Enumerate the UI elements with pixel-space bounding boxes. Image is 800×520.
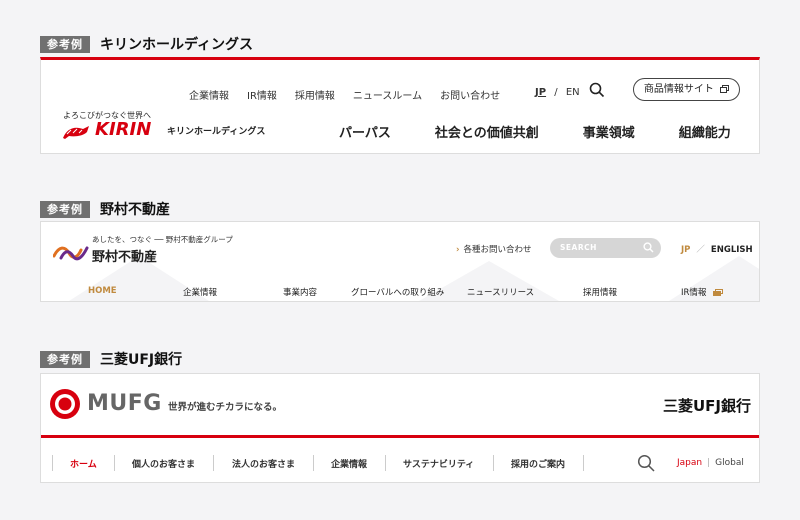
util-link-ir[interactable]: IR情報 — [247, 87, 277, 102]
mufg-logo-icon — [50, 389, 80, 419]
main-nav: パーパス 社会との価値共創 事業領域 組織能力 — [339, 122, 731, 141]
company-title: キリンホールディングス — [100, 37, 254, 53]
nomura-header: あしたを、つなぐ ── 野村不動産グループ 野村不動産 › 各種お問い合わせ SE… — [40, 221, 760, 302]
util-link-recruit[interactable]: 採用情報 — [295, 87, 335, 102]
divider — [114, 455, 115, 471]
divider — [41, 435, 759, 438]
contact-label: 各種お問い合わせ — [463, 245, 532, 255]
nomura-logo-name[interactable]: 野村不動産 — [92, 246, 157, 265]
section-label-mufg: 参考例 三菱UFJ銀行 — [40, 349, 182, 369]
search-input[interactable]: SEARCH — [550, 238, 661, 258]
nav-sustainability[interactable]: サステナビリティ — [403, 457, 474, 470]
company-title: 三菱UFJ銀行 — [100, 352, 183, 368]
external-link-icon — [713, 289, 724, 296]
bank-name: 三菱UFJ銀行 — [662, 397, 751, 415]
example-tag: 参考例 — [40, 350, 90, 368]
section-label-kirin: 参考例 キリンホールディングス — [40, 34, 253, 54]
nav-business[interactable]: 事業内容 — [283, 286, 317, 298]
nav-home[interactable]: HOME — [88, 286, 117, 296]
product-site-button[interactable]: 商品情報サイト — [633, 78, 740, 101]
kirin-header: よろこびがつなぐ世界へ KIRIN キリンホールディングス 企業情報 IR情報 … — [40, 57, 760, 154]
search-icon[interactable] — [643, 242, 654, 253]
util-link-corporate[interactable]: 企業情報 — [189, 87, 229, 102]
lang-separator: | — [707, 458, 711, 468]
nav-global[interactable]: グローバルへの取り組み — [351, 286, 444, 298]
kirin-logo-name: キリンホールディングス — [167, 127, 266, 137]
utility-nav: 企業情報 IR情報 採用情報 ニュースルーム お問い合わせ — [189, 87, 500, 102]
nav-home[interactable]: ホーム — [70, 457, 97, 470]
nav-business[interactable]: 事業領域 — [583, 122, 635, 141]
language-switch: JP / EN — [535, 87, 580, 98]
nav-ir[interactable]: IR情報 — [681, 286, 724, 298]
language-switch: JP ／ ENGLISH — [681, 243, 753, 255]
example-tag: 参考例 — [40, 200, 90, 218]
kirin-wordmark: KIRIN — [95, 119, 152, 140]
nav-ir-label: IR情報 — [681, 288, 707, 298]
nav-csv[interactable]: 社会との価値共創 — [435, 122, 539, 141]
nav-company-info[interactable]: 企業情報 — [331, 457, 367, 470]
search-placeholder: SEARCH — [560, 243, 597, 252]
lang-en[interactable]: ENGLISH — [711, 245, 753, 255]
nav-purpose[interactable]: パーパス — [339, 122, 391, 141]
lang-en[interactable]: EN — [566, 87, 580, 98]
chevron-right-icon: › — [456, 245, 460, 255]
section-label-nomura: 参考例 野村不動産 — [40, 199, 170, 219]
search-icon[interactable] — [637, 454, 655, 472]
contact-link[interactable]: › 各種お問い合わせ — [456, 243, 532, 255]
nav-corporate[interactable]: 企業情報 — [183, 286, 217, 298]
nomura-slogan: あしたを、つなぐ ── 野村不動産グループ — [92, 235, 233, 244]
lang-jp[interactable]: JP — [535, 87, 546, 98]
language-switch: Japan | Global — [677, 458, 744, 468]
kirin-mark-icon — [63, 126, 89, 139]
nav-corporate-client[interactable]: 法人のお客さま — [232, 457, 295, 470]
nav-capability[interactable]: 組織能力 — [679, 122, 731, 141]
util-link-newsroom[interactable]: ニュースルーム — [353, 87, 422, 102]
nomura-logo-icon — [53, 246, 89, 261]
lang-jp[interactable]: Japan — [677, 458, 702, 468]
external-link-icon — [720, 85, 730, 93]
nav-recruit[interactable]: 採用情報 — [583, 286, 617, 298]
lang-separator: ／ — [696, 245, 705, 255]
divider — [493, 455, 494, 471]
mufg-header: MUFG 世界が進むチカラになる。 三菱UFJ銀行 ホーム 個人のお客さま 法人… — [40, 373, 760, 483]
example-tag: 参考例 — [40, 35, 90, 53]
util-link-contact[interactable]: お問い合わせ — [440, 87, 500, 102]
divider — [213, 455, 214, 471]
nav-recruit[interactable]: 採用のご案内 — [511, 457, 565, 470]
mufg-wordmark[interactable]: MUFG — [87, 391, 162, 416]
nav-news[interactable]: ニュースリリース — [467, 286, 534, 298]
search-icon[interactable] — [589, 82, 605, 98]
divider — [313, 455, 314, 471]
product-site-label: 商品情報サイト — [643, 84, 714, 95]
lang-jp[interactable]: JP — [681, 245, 690, 255]
divider — [385, 455, 386, 471]
divider — [52, 455, 53, 471]
lang-en[interactable]: Global — [715, 458, 744, 468]
nav-personal[interactable]: 個人のお客さま — [132, 457, 195, 470]
lang-separator: / — [554, 87, 558, 98]
mufg-slogan: 世界が進むチカラになる。 — [168, 402, 283, 413]
divider — [583, 455, 584, 471]
company-title: 野村不動産 — [100, 202, 170, 218]
